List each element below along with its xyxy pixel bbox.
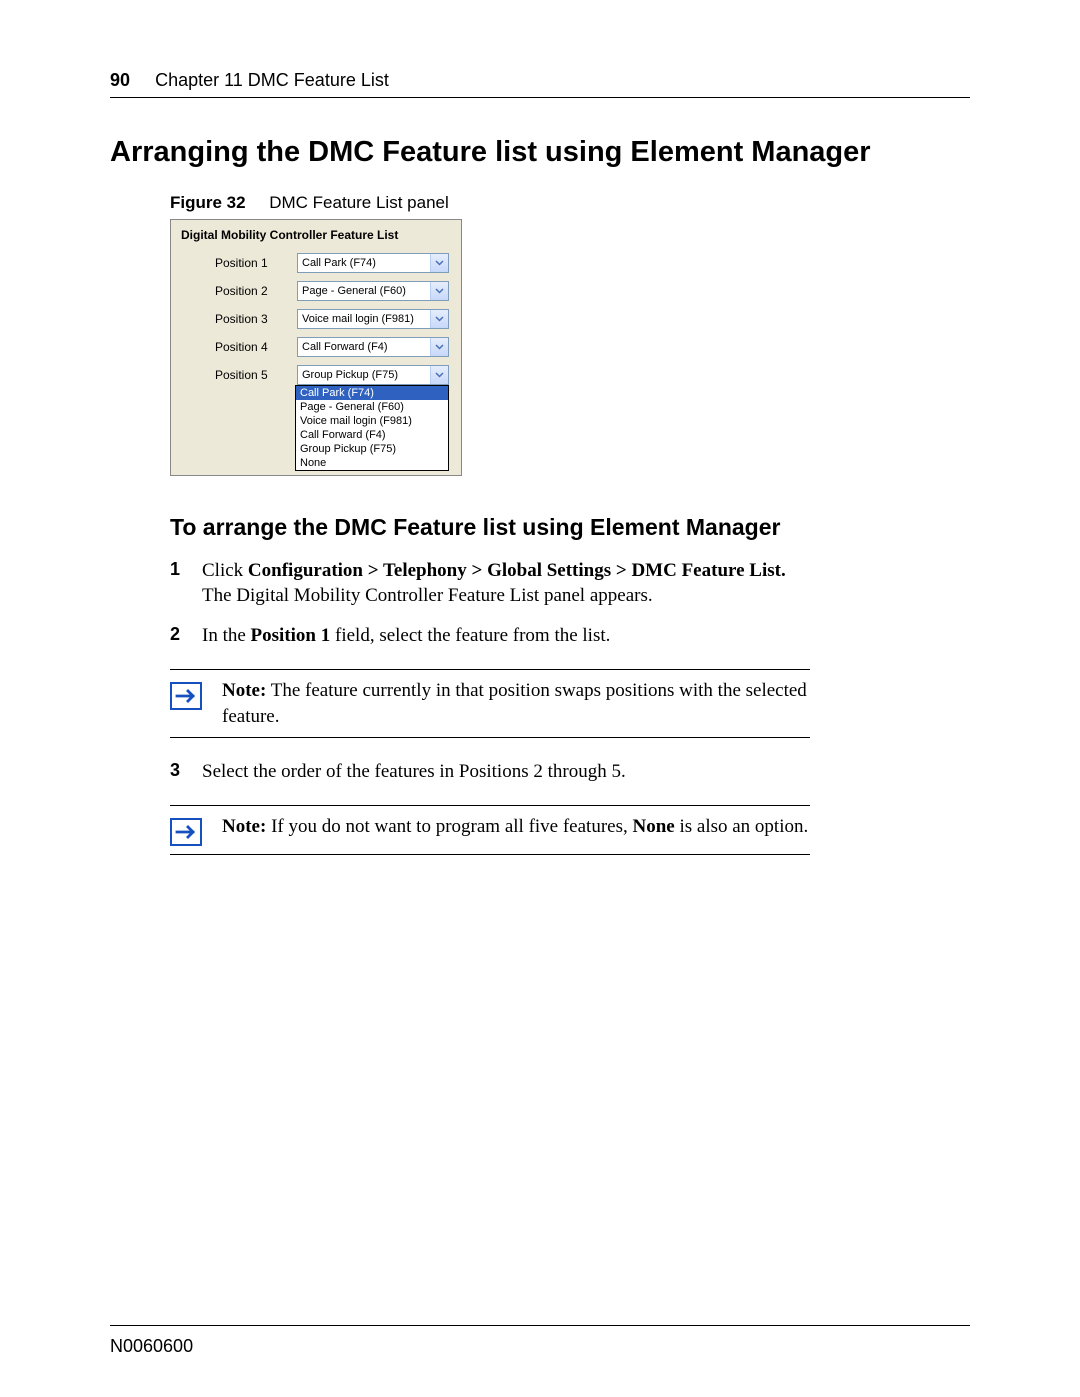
step-3: 3 Select the order of the features in Po… xyxy=(170,760,970,785)
dropdown-item[interactable]: Call Park (F74) xyxy=(296,386,448,400)
select-value: Page - General (F60) xyxy=(298,282,430,300)
dropdown-item[interactable]: None xyxy=(296,456,448,470)
chevron-down-icon[interactable] xyxy=(430,366,448,384)
field-name: Position 1 xyxy=(251,625,331,646)
nav-path: Configuration > Telephony > Global Setti… xyxy=(248,560,786,581)
page-title: Arranging the DMC Feature list using Ele… xyxy=(110,136,970,169)
position-label: Position 3 xyxy=(183,312,297,326)
step-number: 2 xyxy=(170,624,202,649)
arrow-right-icon xyxy=(170,818,202,846)
chevron-down-icon[interactable] xyxy=(430,310,448,328)
divider xyxy=(170,854,810,855)
figure-caption: Figure 32 DMC Feature List panel xyxy=(170,193,970,213)
position-1-select[interactable]: Call Park (F74) xyxy=(297,253,449,273)
select-value: Call Park (F74) xyxy=(298,254,430,272)
step-1: 1 Click Configuration > Telephony > Glob… xyxy=(170,559,970,608)
figure-title: DMC Feature List panel xyxy=(269,193,449,212)
subheading: To arrange the DMC Feature list using El… xyxy=(170,514,970,541)
chevron-down-icon[interactable] xyxy=(430,282,448,300)
step-number: 3 xyxy=(170,760,202,785)
position-2-select[interactable]: Page - General (F60) xyxy=(297,281,449,301)
position-label: Position 2 xyxy=(183,284,297,298)
dropdown-item[interactable]: Voice mail login (F981) xyxy=(296,414,448,428)
figure-number: Figure 32 xyxy=(170,193,246,212)
figure-panel-wrap: Digital Mobility Controller Feature List… xyxy=(170,219,970,476)
steps-list: 1 Click Configuration > Telephony > Glob… xyxy=(170,559,970,665)
panel-title: Digital Mobility Controller Feature List xyxy=(171,228,461,252)
note-text: Note: If you do not want to program all … xyxy=(218,814,808,840)
position-row-5: Position 5 Group Pickup (F75) xyxy=(171,364,461,385)
position-row-1: Position 1 Call Park (F74) xyxy=(171,252,461,280)
page: 90 Chapter 11 DMC Feature List Arranging… xyxy=(0,0,1080,1397)
footer: N0060600 xyxy=(110,1325,970,1357)
position-row-3: Position 3 Voice mail login (F981) xyxy=(171,308,461,336)
step-body: Click Configuration > Telephony > Global… xyxy=(202,559,970,608)
position-4-select[interactable]: Call Forward (F4) xyxy=(297,337,449,357)
arrow-right-icon xyxy=(170,682,202,710)
divider xyxy=(170,669,810,670)
document-id: N0060600 xyxy=(110,1336,193,1356)
chevron-down-icon[interactable] xyxy=(430,338,448,356)
step-body: Select the order of the features in Posi… xyxy=(202,760,970,785)
dropdown-item[interactable]: Group Pickup (F75) xyxy=(296,442,448,456)
note-text: Note: The feature currently in that posi… xyxy=(218,678,810,729)
dropdown-item[interactable]: Call Forward (F4) xyxy=(296,428,448,442)
position-label: Position 4 xyxy=(183,340,297,354)
dmc-feature-list-panel: Digital Mobility Controller Feature List… xyxy=(170,219,462,476)
chevron-down-icon[interactable] xyxy=(430,254,448,272)
chapter-title: Chapter 11 DMC Feature List xyxy=(155,70,389,90)
dropdown-item[interactable]: Page - General (F60) xyxy=(296,400,448,414)
position-label: Position 5 xyxy=(183,368,297,382)
note-2: Note: If you do not want to program all … xyxy=(170,801,810,859)
select-value: Voice mail login (F981) xyxy=(298,310,430,328)
steps-list-cont: 3 Select the order of the features in Po… xyxy=(170,760,970,801)
select-value: Call Forward (F4) xyxy=(298,338,430,356)
position-label: Position 1 xyxy=(183,256,297,270)
position-5-dropdown[interactable]: Call Park (F74) Page - General (F60) Voi… xyxy=(295,385,449,471)
select-value: Group Pickup (F75) xyxy=(298,366,430,384)
position-row-2: Position 2 Page - General (F60) xyxy=(171,280,461,308)
step-2: 2 In the Position 1 field, select the fe… xyxy=(170,624,970,649)
note-1: Note: The feature currently in that posi… xyxy=(170,665,810,742)
page-number: 90 xyxy=(110,70,130,90)
position-5-select[interactable]: Group Pickup (F75) xyxy=(297,365,449,385)
divider xyxy=(170,737,810,738)
step-body: In the Position 1 field, select the feat… xyxy=(202,624,970,649)
step-number: 1 xyxy=(170,559,202,608)
position-3-select[interactable]: Voice mail login (F981) xyxy=(297,309,449,329)
position-row-4: Position 4 Call Forward (F4) xyxy=(171,336,461,364)
divider xyxy=(170,805,810,806)
running-header: 90 Chapter 11 DMC Feature List xyxy=(110,70,970,98)
